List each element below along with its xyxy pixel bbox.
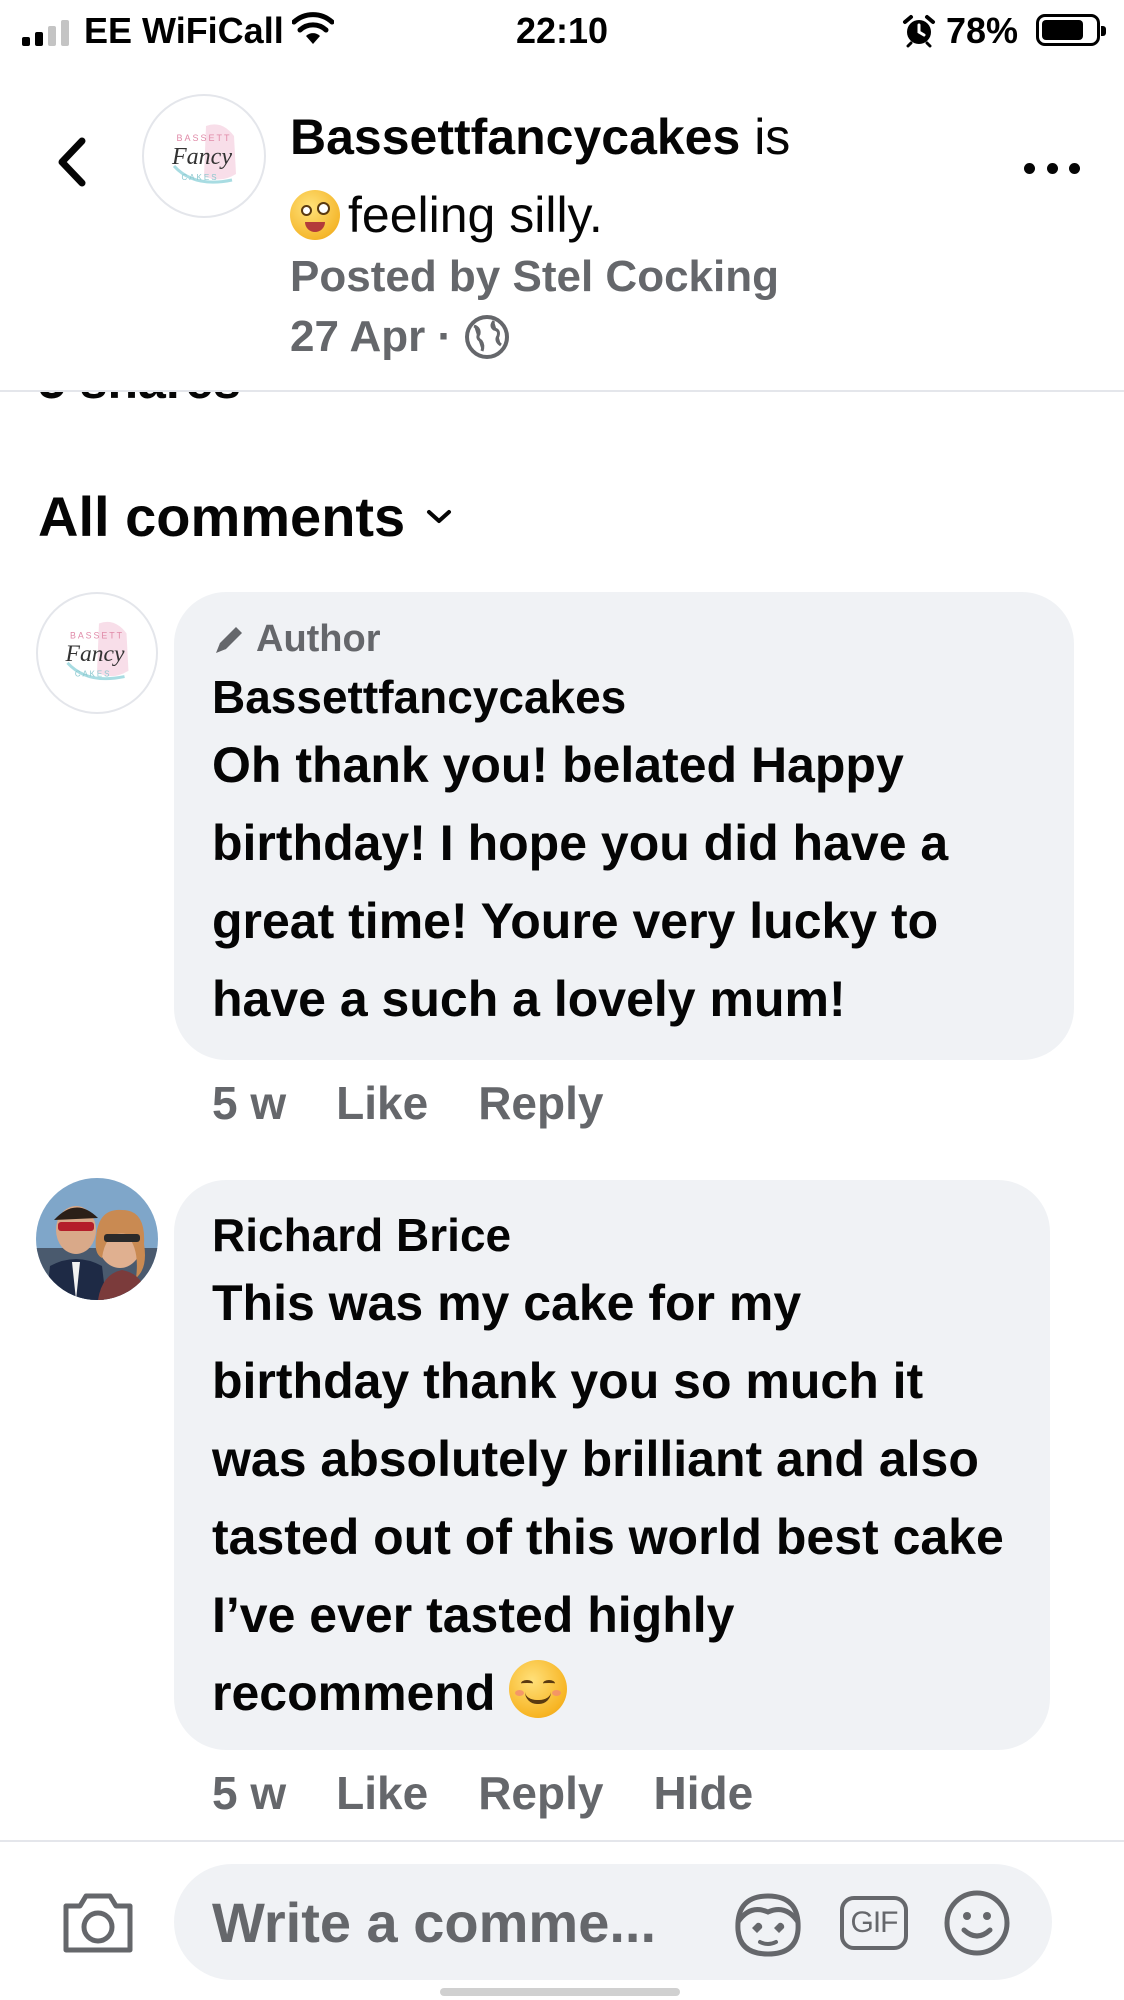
svg-text:Fancy: Fancy (65, 641, 125, 667)
comment-input-placeholder: Write a comme... (212, 1891, 657, 1954)
comment-time[interactable]: 5 w (212, 1076, 286, 1130)
author-badge: Author (212, 614, 1036, 664)
camera-button[interactable] (60, 1890, 136, 1961)
meta-separator: · (437, 312, 452, 361)
author-badge-label: Author (256, 617, 381, 660)
svg-text:CAKES: CAKES (181, 173, 218, 182)
smiling-face-icon (509, 1660, 568, 1718)
comment-bubble[interactable]: Richard Brice This was my cake for my bi… (174, 1180, 1050, 1750)
post-meta: 27 Apr · (290, 312, 510, 362)
comment-composer: Write a comme... GIF (0, 1840, 1124, 2000)
profile-photo (36, 1178, 158, 1300)
chevron-left-icon (58, 137, 86, 187)
avatar-sticker-icon (735, 1893, 801, 1957)
comment-bubble[interactable]: Author Bassettfancycakes Oh thank you! b… (174, 592, 1074, 1060)
chevron-down-icon (427, 509, 452, 523)
comment-avatar[interactable] (36, 1178, 158, 1300)
comment-time[interactable]: 5 w (212, 1766, 286, 1820)
svg-text:BASSETT: BASSETT (176, 133, 231, 143)
alarm-icon (902, 14, 936, 53)
status-bar: EE WiFiCall 22:10 78% (0, 0, 1124, 62)
posted-by: Posted by Stel Cocking (290, 252, 779, 301)
emoji-button[interactable] (942, 1888, 1012, 1963)
comment-actions: 5 w Like Reply Hide (212, 1766, 753, 1820)
bassett-fancy-cakes-logo: BASSETT Fancy CAKES (65, 621, 129, 681)
svg-text:BASSETT: BASSETT (70, 630, 124, 640)
back-button[interactable] (48, 132, 96, 192)
svg-text:CAKES: CAKES (75, 670, 111, 679)
pencil-icon (216, 627, 242, 653)
reply-button[interactable]: Reply (478, 1076, 603, 1130)
comment-avatar[interactable]: BASSETT Fancy CAKES (36, 592, 158, 714)
page-name-link[interactable]: Bassettfancycakes (290, 109, 740, 165)
battery-icon (1036, 14, 1106, 46)
hide-button[interactable]: Hide (653, 1766, 753, 1820)
post-date[interactable]: 27 Apr (290, 312, 425, 362)
comment-actions: 5 w Like Reply (212, 1076, 603, 1130)
comments-filter-label: All comments (38, 485, 406, 548)
reply-button[interactable]: Reply (478, 1766, 603, 1820)
comment-input[interactable]: Write a comme... GIF (174, 1864, 1052, 1980)
comment-text: This was my cake for my birthday thank y… (212, 1275, 1004, 1721)
post-title: Bassettfancycakes is feeling silly. (290, 98, 1010, 254)
comment-text: Oh thank you! belated Happy birthday! I … (212, 737, 949, 1027)
silly-face-icon (290, 190, 340, 240)
svg-text:Fancy: Fancy (171, 144, 232, 170)
post-header: BASSETT Fancy CAKES Bassettfancycakes is… (0, 62, 1124, 392)
comment-author-name[interactable]: Richard Brice (212, 1206, 1012, 1264)
comment-author-name[interactable]: Bassettfancycakes (212, 668, 1036, 726)
smile-icon (944, 1890, 1010, 1956)
post-title-verb: is (740, 109, 791, 165)
more-options-button[interactable] (1024, 148, 1080, 188)
comments-filter-dropdown[interactable]: All comments (38, 484, 453, 549)
battery-percent: 78% (946, 10, 1019, 51)
avatar-sticker-button[interactable] (730, 1890, 806, 1963)
bassett-fancy-cakes-logo: BASSETT Fancy CAKES (171, 124, 236, 184)
home-indicator (440, 1988, 680, 1996)
like-button[interactable]: Like (336, 1766, 428, 1820)
camera-icon (63, 1893, 133, 1953)
gif-button[interactable]: GIF (840, 1896, 908, 1950)
page-avatar[interactable]: BASSETT Fancy CAKES (142, 94, 266, 218)
globe-icon (464, 315, 509, 359)
feeling-text: feeling silly. (348, 187, 603, 243)
like-button[interactable]: Like (336, 1076, 428, 1130)
